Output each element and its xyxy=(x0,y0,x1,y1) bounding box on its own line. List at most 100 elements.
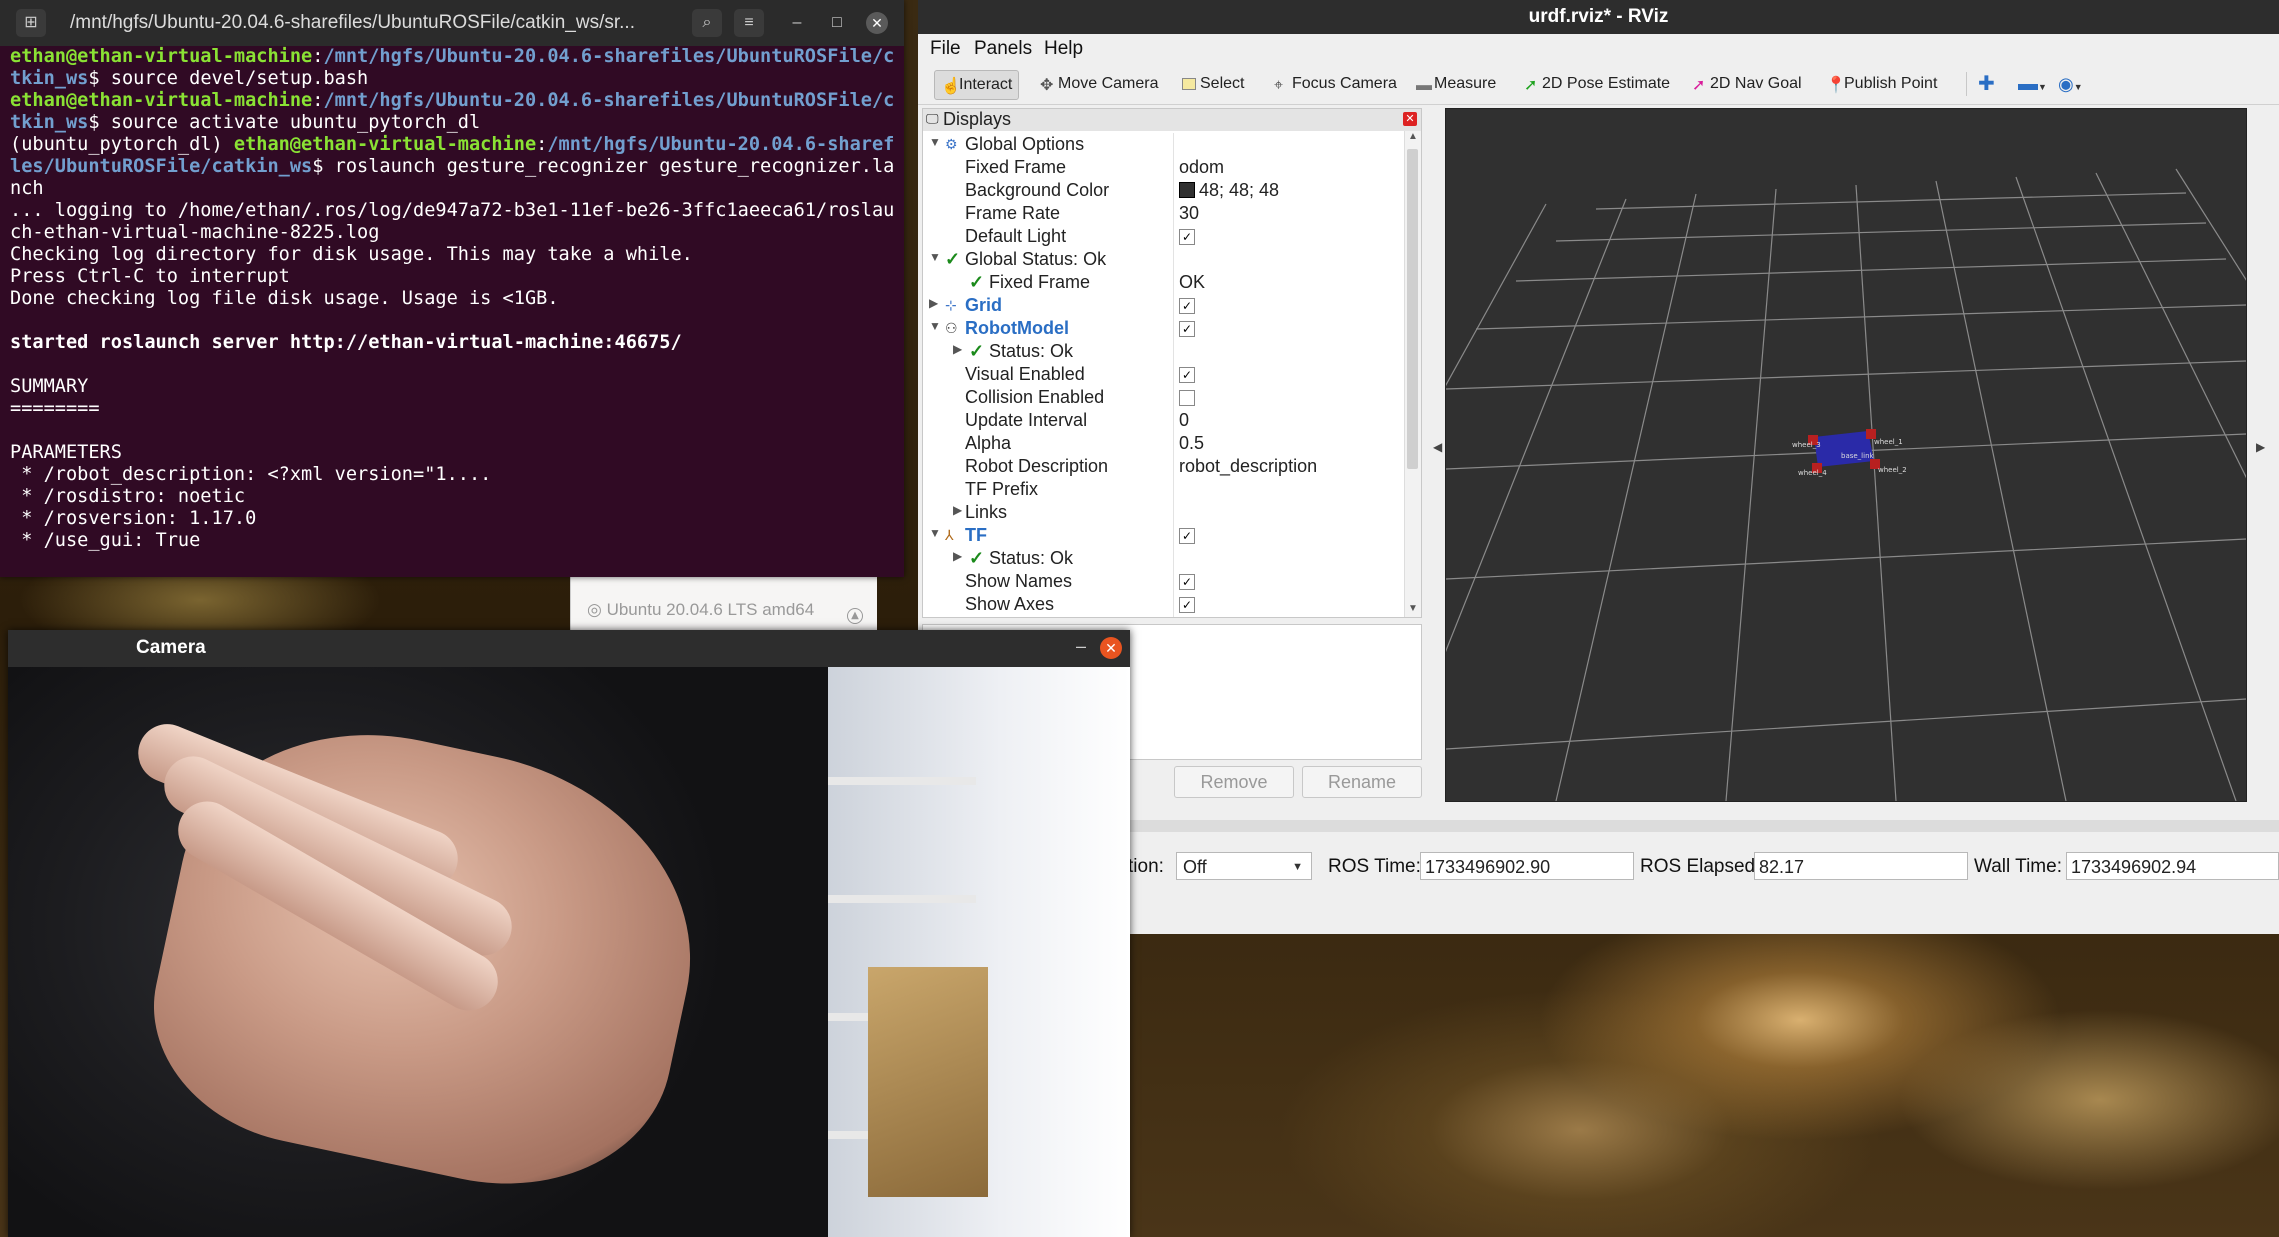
maximize-button[interactable]: □ xyxy=(826,12,848,34)
tree-row-alpha[interactable]: Alpha 0.5 xyxy=(923,432,1403,455)
tree-row-show-names[interactable]: Show Names ✓ xyxy=(923,570,1403,593)
tree-row-background-color[interactable]: Background Color 48; 48; 48 xyxy=(923,179,1403,202)
svg-text:base_link: base_link xyxy=(1841,452,1875,460)
tree-row-tf-prefix[interactable]: TF Prefix xyxy=(923,478,1403,501)
robot-model-checkbox[interactable]: ✓ xyxy=(1179,321,1195,337)
ros-elapsed-field[interactable]: 82.17 xyxy=(1754,852,1968,880)
prompt-line-1: ethan@ethan-virtual-machine:/mnt/hgfs/Ub… xyxy=(10,46,894,89)
check-icon: ✓ xyxy=(945,249,961,269)
tree-row-tf[interactable]: ▼ ⅄ TF ✓ xyxy=(923,524,1403,547)
chevron-right-icon[interactable]: ▶ xyxy=(929,296,938,310)
tree-row-status-fixed-frame[interactable]: ✓ Fixed Frame OK xyxy=(923,271,1403,294)
tree-row-default-light[interactable]: Default Light ✓ xyxy=(923,225,1403,248)
remove-button[interactable]: Remove xyxy=(1174,766,1294,798)
grid-lines xyxy=(1446,168,2246,801)
new-tab-icon[interactable]: ⊞ xyxy=(16,9,46,37)
select-tool[interactable]: Select xyxy=(1182,70,1244,98)
scroll-thumb[interactable] xyxy=(1407,149,1418,469)
remove-tool-icon[interactable]: ▬▼ xyxy=(2018,70,2047,98)
interact-tool[interactable]: ☝Interact xyxy=(934,70,1020,100)
chevron-down-icon[interactable]: ▼ xyxy=(929,135,941,149)
prompt-line-2: ethan@ethan-virtual-machine:/mnt/hgfs/Ub… xyxy=(10,90,894,133)
close-panel-icon[interactable]: ✕ xyxy=(1403,112,1417,126)
tree-row-robot-status[interactable]: ▶ ✓ Status: Ok xyxy=(923,340,1403,363)
publish-point-tool[interactable]: 📍Publish Point xyxy=(1826,70,1937,98)
show-axes-checkbox[interactable]: ✓ xyxy=(1179,597,1195,613)
hamburger-menu-icon[interactable]: ≡ xyxy=(734,9,764,37)
device-label[interactable]: ◎ Ubuntu 20.04.6 LTS amd64 xyxy=(587,600,814,620)
visual-enabled-checkbox[interactable]: ✓ xyxy=(1179,367,1195,383)
terminal-title: /mnt/hgfs/Ubuntu-20.04.6-sharefiles/Ubun… xyxy=(70,12,635,33)
move-camera-tool[interactable]: ✥ Move Camera xyxy=(1040,70,1158,98)
menu-bar: File Panels Help xyxy=(918,34,2279,64)
chevron-right-icon[interactable]: ▶ xyxy=(953,549,962,563)
rviz-title: urdf.rviz* - RViz xyxy=(1528,6,1669,27)
terminal-output[interactable]: ethan@ethan-virtual-machine:/mnt/hgfs/Ub… xyxy=(10,46,894,571)
tree-row-robot-model[interactable]: ▼ ⚇ RobotModel ✓ xyxy=(923,317,1403,340)
grid-render: wheel_3 wheel_1 base_link wheel_4 wheel_… xyxy=(1446,168,2246,801)
menu-panels[interactable]: Panels xyxy=(974,38,1032,60)
search-icon[interactable]: ⌕ xyxy=(692,9,722,37)
output-line: PARAMETERS xyxy=(10,442,122,463)
displays-scrollbar[interactable]: ▲ ▼ xyxy=(1404,131,1421,617)
rviz-titlebar: urdf.rviz* - RViz xyxy=(918,0,2279,34)
show-names-checkbox[interactable]: ✓ xyxy=(1179,574,1195,590)
tree-row-show-axes[interactable]: Show Axes ✓ xyxy=(923,593,1403,616)
check-icon: ✓ xyxy=(969,272,985,292)
chevron-down-icon[interactable]: ▼ xyxy=(929,250,941,264)
close-button[interactable]: ✕ xyxy=(866,12,888,34)
focus-camera-tool[interactable]: ⌖ Focus Camera xyxy=(1274,70,1397,98)
tree-row-grid[interactable]: ▶ ⊹ Grid ✓ xyxy=(923,294,1403,317)
collision-enabled-checkbox[interactable] xyxy=(1179,390,1195,406)
color-swatch xyxy=(1179,182,1195,198)
disc-icon: ◎ xyxy=(587,600,602,619)
measure-tool[interactable]: ▬ Measure xyxy=(1416,70,1496,98)
cardboard-box xyxy=(868,967,988,1197)
menu-help[interactable]: Help xyxy=(1044,38,1083,60)
default-light-checkbox[interactable]: ✓ xyxy=(1179,229,1195,245)
scroll-up-icon[interactable]: ▲ xyxy=(1405,131,1421,145)
tree-row-links[interactable]: ▶ Links xyxy=(923,501,1403,524)
tree-row-global-options[interactable]: ▼ ⚙ Global Options xyxy=(923,133,1403,156)
eye-icon[interactable]: ◉▼ xyxy=(2058,70,2083,98)
tree-row-update-interval[interactable]: Update Interval 0 xyxy=(923,409,1403,432)
eject-icon[interactable]: ▲ xyxy=(847,608,863,624)
chevron-down-icon[interactable]: ▼ xyxy=(929,319,941,333)
add-tool-icon[interactable]: ✚ xyxy=(1978,70,1995,98)
menu-file[interactable]: File xyxy=(930,38,961,60)
tree-row-collision-enabled[interactable]: Collision Enabled xyxy=(923,386,1403,409)
svg-text:wheel_1: wheel_1 xyxy=(1874,438,1903,446)
tree-row-global-status[interactable]: ▼ ✓ Global Status: Ok xyxy=(923,248,1403,271)
chevron-down-icon[interactable]: ▼ xyxy=(929,526,941,540)
tree-row-robot-description[interactable]: Robot Description robot_description xyxy=(923,455,1403,478)
svg-text:wheel_2: wheel_2 xyxy=(1878,466,1907,474)
scroll-down-icon[interactable]: ▼ xyxy=(1405,603,1421,617)
tree-row-frame-rate[interactable]: Frame Rate 30 xyxy=(923,202,1403,225)
minimize-button[interactable]: – xyxy=(1076,636,1086,657)
nav-goal-tool[interactable]: ➚ 2D Nav Goal xyxy=(1692,70,1802,98)
displays-title: Displays xyxy=(943,109,1012,129)
pin-icon: 📍 xyxy=(1826,77,1846,94)
chevron-right-icon[interactable]: ▶ xyxy=(953,342,962,356)
collapse-left-icon[interactable]: ◀ xyxy=(1433,440,1442,454)
chevron-right-icon[interactable]: ▶ xyxy=(953,503,962,517)
rename-button[interactable]: Rename xyxy=(1302,766,1422,798)
hand-icon: ☝ xyxy=(941,78,961,95)
select-icon xyxy=(1182,78,1196,90)
pose-estimate-tool[interactable]: ➚ 2D Pose Estimate xyxy=(1524,70,1670,98)
close-button[interactable]: ✕ xyxy=(1100,637,1122,659)
tree-row-visual-enabled[interactable]: Visual Enabled ✓ xyxy=(923,363,1403,386)
minimize-button[interactable]: – xyxy=(786,12,808,34)
grid-checkbox[interactable]: ✓ xyxy=(1179,298,1195,314)
ros-time-field[interactable]: 1733496902.90 xyxy=(1420,852,1634,880)
ros-time-label: ROS Time: xyxy=(1328,856,1421,877)
wall-time-field[interactable]: 1733496902.94 xyxy=(2066,852,2279,880)
robot-icon: ⚇ xyxy=(945,320,958,336)
tf-checkbox[interactable]: ✓ xyxy=(1179,528,1195,544)
tree-row-fixed-frame[interactable]: Fixed Frame odom xyxy=(923,156,1403,179)
tree-row-tf-status[interactable]: ▶ ✓ Status: Ok xyxy=(923,547,1403,570)
sync-select[interactable]: Off ▼ xyxy=(1176,852,1312,880)
displays-tree: ▼ ⚙ Global Options Fixed Frame odom Back… xyxy=(923,133,1403,617)
3d-viewport[interactable]: wheel_3 wheel_1 base_link wheel_4 wheel_… xyxy=(1445,108,2247,802)
collapse-right-icon[interactable]: ▶ xyxy=(2256,440,2265,454)
